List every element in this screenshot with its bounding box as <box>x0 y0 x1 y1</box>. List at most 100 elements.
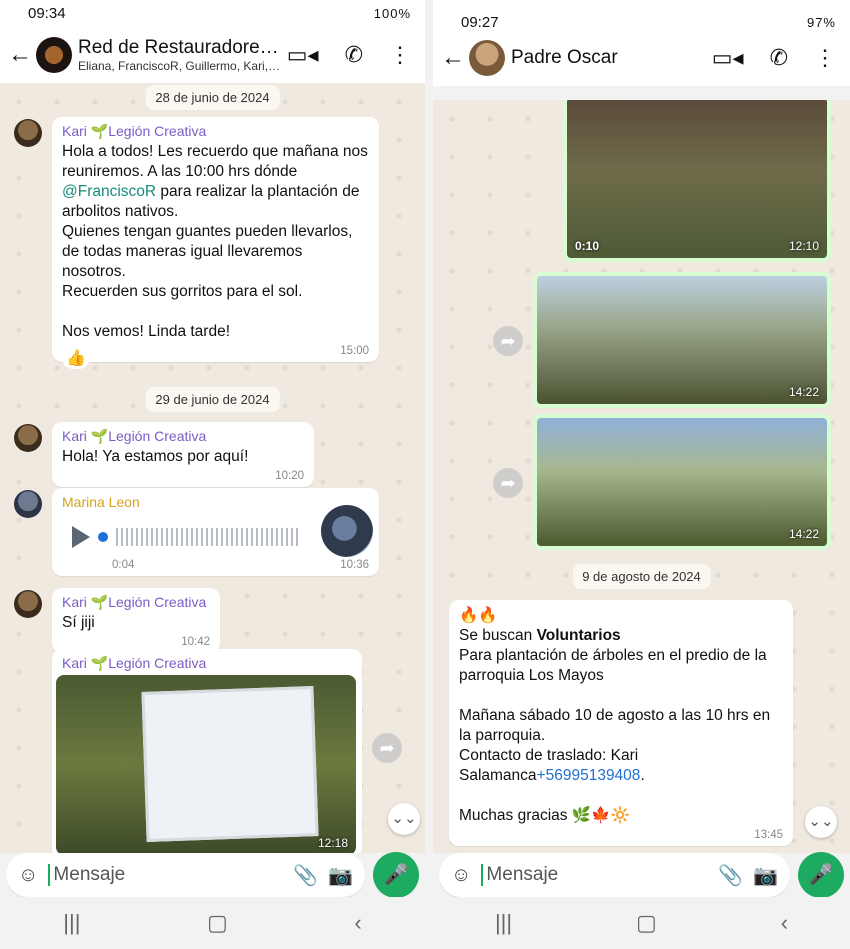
photo-message[interactable]: 14:22 <box>533 272 831 408</box>
photo-time: 12:18 <box>317 836 348 850</box>
photo-message[interactable]: 14:22 <box>533 414 831 550</box>
forward-icon[interactable]: ➦ <box>493 326 523 356</box>
message-bubble[interactable]: Kari 🌱Legión Creativa Hola a todos! Les … <box>52 117 379 362</box>
message-closing: Muchas gracias 🌿🍁🔆 <box>459 807 630 824</box>
status-time: 09:27 <box>461 13 499 31</box>
sender-name[interactable]: Marina Leon <box>62 494 369 510</box>
chat-members: Eliana, FranciscoR, Guillermo, Kari, ... <box>78 59 281 73</box>
scroll-down-icon[interactable]: ⌄⌄ <box>805 806 837 838</box>
message-input[interactable]: ☺ Mensaje 📎 📷 <box>6 853 365 897</box>
left-screen: 09:34 100% ← Red de Restauradores Sa... … <box>0 0 425 949</box>
phone-link[interactable]: +56995139408 <box>537 767 641 784</box>
whiteboard-photo[interactable]: 12:18 <box>56 675 356 853</box>
attach-icon[interactable]: 📎 <box>718 863 743 888</box>
emoji-icon[interactable]: ☺ <box>451 864 471 887</box>
sender-name[interactable]: Kari 🌱Legión Creativa <box>62 428 304 445</box>
message-text: Hola! Ya estamos por aquí! <box>62 448 249 465</box>
sender-avatar[interactable] <box>14 590 42 618</box>
message-bubble[interactable]: Kari 🌱Legión Creativa Hola! Ya estamos p… <box>52 422 314 487</box>
status-time: 09:34 <box>28 5 66 22</box>
right-screen: 09:27 97% ← Padre Oscar ▭◂ ✆ ⋮ 0:10 12:1… <box>433 0 850 949</box>
camera-icon[interactable]: 📷 <box>328 863 353 888</box>
scroll-down-icon[interactable]: ⌄⌄ <box>388 803 420 835</box>
composer: ☺ Mensaje 📎 📷 🎤 <box>0 852 425 898</box>
playback-position[interactable] <box>98 532 108 542</box>
system-back-icon[interactable]: ‹ <box>781 910 788 936</box>
attach-icon[interactable]: 📎 <box>293 863 318 888</box>
sender-avatar[interactable] <box>14 490 42 518</box>
chat-title-area[interactable]: Red de Restauradores Sa... Eliana, Franc… <box>78 37 281 73</box>
status-battery: 100% <box>373 6 411 21</box>
photo-time: 14:22 <box>788 385 819 399</box>
message-time: 10:20 <box>275 470 304 482</box>
voice-message-bubble[interactable]: Marina Leon 0:04 10:36 <box>52 488 379 576</box>
more-options-icon[interactable]: ⋮ <box>814 45 836 71</box>
voice-sender-photo <box>321 505 373 557</box>
home-icon[interactable]: ▢ <box>636 910 657 936</box>
waveform[interactable] <box>116 528 301 546</box>
message-placeholder[interactable]: Mensaje <box>481 864 708 886</box>
message-text: Hola a todos! Les recuerdo que mañana no… <box>62 143 373 340</box>
system-nav-bar: ||| ▢ ‹ <box>0 897 425 949</box>
message-input[interactable]: ☺ Mensaje 📎 📷 <box>439 853 790 897</box>
sender-avatar[interactable] <box>14 119 42 147</box>
message-emoji: 🔥🔥 <box>459 607 498 624</box>
forward-icon[interactable]: ➦ <box>372 733 402 763</box>
status-battery: 97% <box>806 14 836 30</box>
play-icon[interactable] <box>72 526 90 548</box>
phone-call-icon[interactable]: ✆ <box>345 42 363 68</box>
sender-avatar[interactable] <box>14 424 42 452</box>
message-placeholder[interactable]: Mensaje <box>48 864 283 886</box>
date-separator: 28 de junio de 2024 <box>145 85 280 110</box>
video-call-icon[interactable]: ▭◂ <box>287 42 319 68</box>
chat-title: Padre Oscar <box>511 47 618 68</box>
message-bubble[interactable]: Kari 🌱Legión Creativa Sí jiji 10:42 <box>52 588 220 653</box>
system-nav-bar: ||| ▢ ‹ <box>433 897 850 949</box>
date-separator: 29 de junio de 2024 <box>145 387 280 412</box>
message-time: 10:42 <box>181 636 210 648</box>
message-heading: Se buscan Voluntarios <box>459 627 621 644</box>
video-duration: 0:10 <box>575 239 600 253</box>
phone-call-icon[interactable]: ✆ <box>770 45 788 71</box>
mention-link[interactable]: @FranciscoR <box>62 183 156 200</box>
recent-apps-icon[interactable]: ||| <box>63 910 80 936</box>
composer: ☺ Mensaje 📎 📷 🎤 <box>433 852 850 898</box>
camera-icon[interactable]: 📷 <box>753 863 778 888</box>
message-time: 13:45 <box>754 829 783 841</box>
message-text: Para plantación de árboles en el predio … <box>459 647 771 784</box>
sender-name[interactable]: Kari 🌱Legión Creativa <box>62 655 352 672</box>
whiteboard-image <box>141 686 319 842</box>
message-text: Sí jiji <box>62 614 95 631</box>
back-arrow-icon[interactable]: ← <box>441 44 465 72</box>
recent-apps-icon[interactable]: ||| <box>495 910 512 936</box>
more-options-icon[interactable]: ⋮ <box>389 42 411 68</box>
image-message-bubble[interactable]: Kari 🌱Legión Creativa 12:18 <box>52 649 362 853</box>
chat-title: Red de Restauradores Sa... <box>78 37 281 58</box>
emoji-icon[interactable]: ☺ <box>18 864 38 887</box>
date-separator: 9 de agosto de 2024 <box>572 564 711 589</box>
mic-icon[interactable]: 🎤 <box>373 852 419 898</box>
photo-time: 14:22 <box>788 527 819 541</box>
forward-icon[interactable]: ➦ <box>493 468 523 498</box>
back-arrow-icon[interactable]: ← <box>8 41 32 69</box>
contact-avatar[interactable] <box>469 40 505 76</box>
photo-time: 12:10 <box>788 239 819 253</box>
group-avatar[interactable] <box>36 37 72 73</box>
system-back-icon[interactable]: ‹ <box>354 910 361 936</box>
message-list[interactable]: 0:10 12:10 ➦ 14:22 ➦ 14:22 9 de agosto d… <box>433 100 850 853</box>
message-list[interactable]: 28 de junio de 2024 Kari 🌱Legión Creativ… <box>0 83 425 853</box>
video-call-icon[interactable]: ▭◂ <box>712 45 744 71</box>
mic-icon[interactable]: 🎤 <box>798 852 844 898</box>
home-icon[interactable]: ▢ <box>207 910 228 936</box>
message-bubble[interactable]: 🔥🔥 Se buscan Voluntarios Para plantación… <box>449 600 793 846</box>
message-time: 10:36 <box>340 559 369 571</box>
chat-title-area[interactable]: Padre Oscar <box>511 47 706 69</box>
message-time: 15:00 <box>340 345 369 357</box>
status-bar: 09:34 100% <box>0 0 425 27</box>
sender-name[interactable]: Kari 🌱Legión Creativa <box>62 123 369 140</box>
chat-header: ← Padre Oscar ▭◂ ✆ ⋮ <box>433 30 850 86</box>
sender-name[interactable]: Kari 🌱Legión Creativa <box>62 594 210 611</box>
video-message[interactable]: 0:10 12:10 <box>563 100 831 262</box>
voice-duration: 0:04 <box>112 559 135 571</box>
reaction-badge[interactable]: 👍 <box>62 347 90 369</box>
